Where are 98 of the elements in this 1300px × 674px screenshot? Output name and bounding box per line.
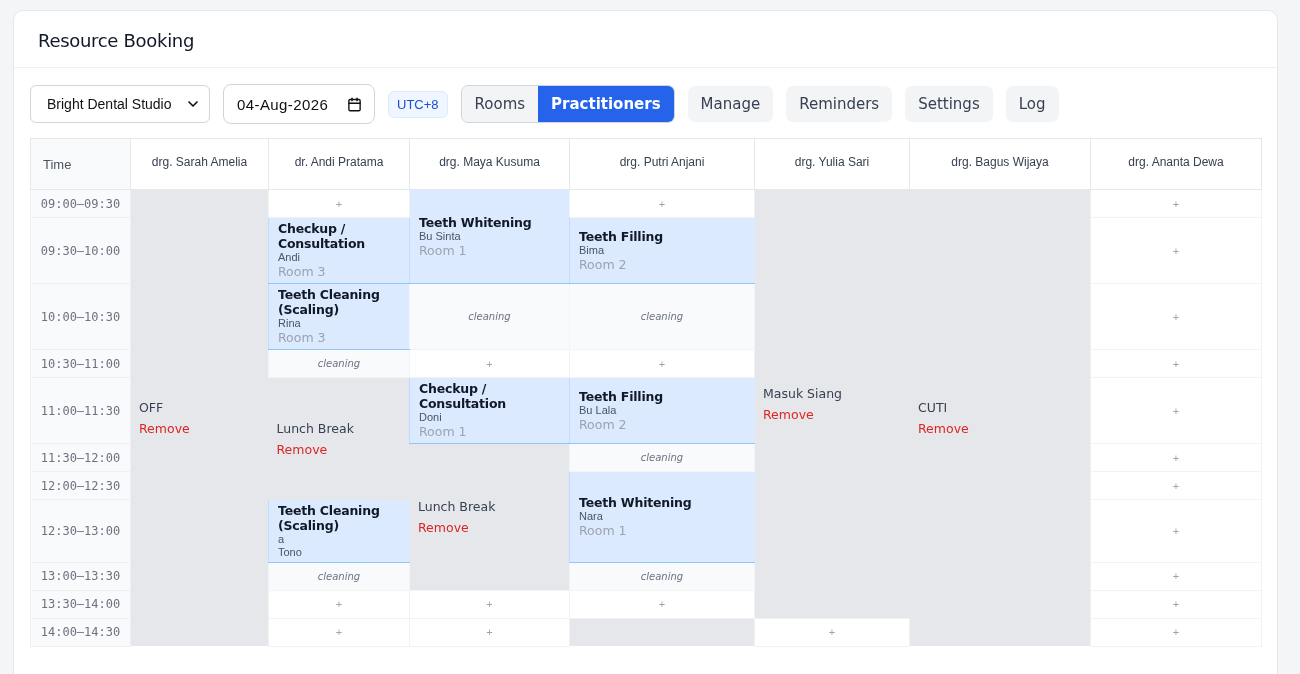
time-cell: 13:30–14:00 (30, 590, 131, 618)
add-slot[interactable]: + (569, 189, 755, 218)
timezone-badge: UTC+8 (388, 90, 448, 118)
time-cell: 11:00–11:30 (30, 377, 131, 444)
patient-name: Andi (278, 251, 302, 264)
add-slot[interactable]: + (409, 618, 570, 646)
room-name: Room 3 (278, 264, 327, 280)
cleaning-slot: cleaning (268, 562, 410, 590)
add-slot[interactable]: + (409, 349, 570, 378)
booking-card[interactable]: Teeth Whitening Bu Sinta Room 1 (409, 189, 570, 284)
add-slot[interactable]: + (1090, 189, 1262, 218)
toolbar-button[interactable]: Manage (687, 86, 774, 122)
add-slot[interactable]: + (1090, 499, 1262, 562)
room-name: Room 1 (419, 242, 468, 259)
remove-link[interactable]: Remove (918, 421, 969, 436)
column-header: drg. Yulia Sari (754, 138, 910, 190)
booking-title: Teeth Cleaning (Scaling) (278, 287, 381, 317)
add-slot[interactable]: + (268, 618, 410, 646)
block-label: CUTI (918, 400, 949, 415)
add-slot[interactable]: + (569, 349, 755, 378)
time-cell: 12:30–13:00 (30, 499, 131, 562)
booking-title: Checkup / Consultation (278, 221, 367, 251)
cleaning-slot: cleaning (569, 562, 755, 590)
time-cell: 14:00–14:30 (30, 618, 131, 646)
booking-title: Teeth Filling (579, 388, 664, 404)
add-slot[interactable]: + (754, 618, 910, 646)
add-slot[interactable]: + (268, 590, 410, 618)
patient-name: Rina (278, 317, 302, 330)
booking-card[interactable]: Checkup / Consultation Andi Room 3 (268, 217, 410, 284)
booking-card[interactable]: Teeth Whitening Nara Room 1 (569, 471, 755, 562)
block-label: Masuk Siang (763, 385, 844, 401)
cleaning-slot: cleaning (409, 283, 570, 350)
block-label: Lunch Break (276, 420, 355, 436)
room-name: Room 1 (419, 424, 468, 440)
room-name: Room 2 (579, 416, 628, 433)
booking-card[interactable]: Teeth Filling Bima Room 2 (569, 217, 755, 284)
clinic-select[interactable]: Bright Dental Studio (30, 85, 210, 123)
booking-title: Teeth Cleaning (Scaling) (278, 502, 381, 533)
add-slot[interactable]: + (1090, 349, 1262, 378)
patient-name: Tono (278, 545, 303, 559)
booking-title: Teeth Filling (579, 228, 664, 244)
add-slot[interactable]: + (1090, 618, 1262, 646)
booking-card[interactable]: Teeth Cleaning (Scaling) Rina Room 3 (268, 283, 410, 350)
column-header: drg. Maya Kusuma (409, 138, 570, 190)
time-cell: 12:00–12:30 (30, 471, 131, 500)
page-title: Resource Booking (38, 30, 196, 51)
booking-card[interactable]: Teeth Filling Bu Lala Room 2 (569, 377, 755, 444)
column-header: drg. Bagus Wijaya (909, 138, 1091, 190)
booking-card[interactable]: Teeth Cleaning (Scaling) a Tono (268, 499, 410, 562)
block-label: OFF (139, 400, 165, 415)
column-header: drg. Ananta Dewa (1090, 138, 1262, 190)
time-cell: 10:00–10:30 (30, 283, 131, 350)
patient-name: Nara (579, 509, 604, 523)
column-header: drg. Putri Anjani (569, 138, 755, 190)
column-header: dr. Andi Pratama (268, 138, 410, 190)
time-cell: 09:00–09:30 (30, 189, 131, 218)
patient-name: Bu Sinta (419, 229, 461, 243)
add-slot[interactable]: + (268, 189, 410, 218)
patient-name: Bu Lala (579, 403, 618, 417)
room-name: Room 2 (579, 256, 628, 273)
calendar-icon (347, 96, 362, 112)
patient-name: Bima (579, 243, 606, 257)
time-cell: 13:00–13:30 (30, 562, 131, 590)
add-slot[interactable]: + (1090, 443, 1262, 472)
add-slot[interactable]: + (409, 590, 570, 618)
column-header: drg. Sarah Amelia (130, 138, 269, 190)
add-slot[interactable]: + (1090, 283, 1262, 350)
toolbar-button[interactable]: Settings (905, 86, 993, 122)
add-slot[interactable]: + (1090, 471, 1262, 500)
patient-name: Doni (419, 411, 443, 424)
column-header: Time (30, 138, 131, 190)
toolbar-button[interactable]: Reminders (786, 86, 893, 122)
add-slot[interactable]: + (569, 590, 755, 618)
add-slot[interactable]: + (1090, 217, 1262, 284)
time-cell: 10:30–11:00 (30, 349, 131, 378)
add-slot[interactable]: + (1090, 562, 1262, 590)
booking-title: Teeth Whitening (579, 494, 693, 510)
time-cell: 11:30–12:00 (30, 443, 131, 472)
remove-link[interactable]: Remove (418, 519, 469, 535)
time-cell: 09:30–10:00 (30, 217, 131, 284)
remove-link[interactable]: Remove (139, 421, 190, 436)
date-field[interactable]: 04-Aug-2026 (223, 84, 375, 124)
room-name: Room 1 (579, 522, 628, 539)
booking-title: Teeth Whitening (419, 214, 533, 230)
cleaning-slot: cleaning (569, 283, 755, 350)
remove-link[interactable]: Remove (763, 406, 814, 422)
remove-link[interactable]: Remove (276, 441, 328, 457)
cleaning-slot: cleaning (569, 443, 755, 472)
view-tab[interactable]: Practitioners (538, 86, 674, 122)
patient-name: a (278, 532, 285, 546)
block-label: Lunch Break (418, 498, 497, 514)
add-slot[interactable]: + (1090, 590, 1262, 618)
booking-title: Checkup / Consultation (419, 381, 508, 411)
cleaning-slot: cleaning (268, 349, 410, 378)
add-slot[interactable]: + (1090, 377, 1262, 444)
booking-card[interactable]: Checkup / Consultation Doni Room 1 (409, 377, 570, 444)
room-name: Room 3 (278, 330, 327, 346)
toolbar-button[interactable]: Log (1005, 86, 1059, 122)
